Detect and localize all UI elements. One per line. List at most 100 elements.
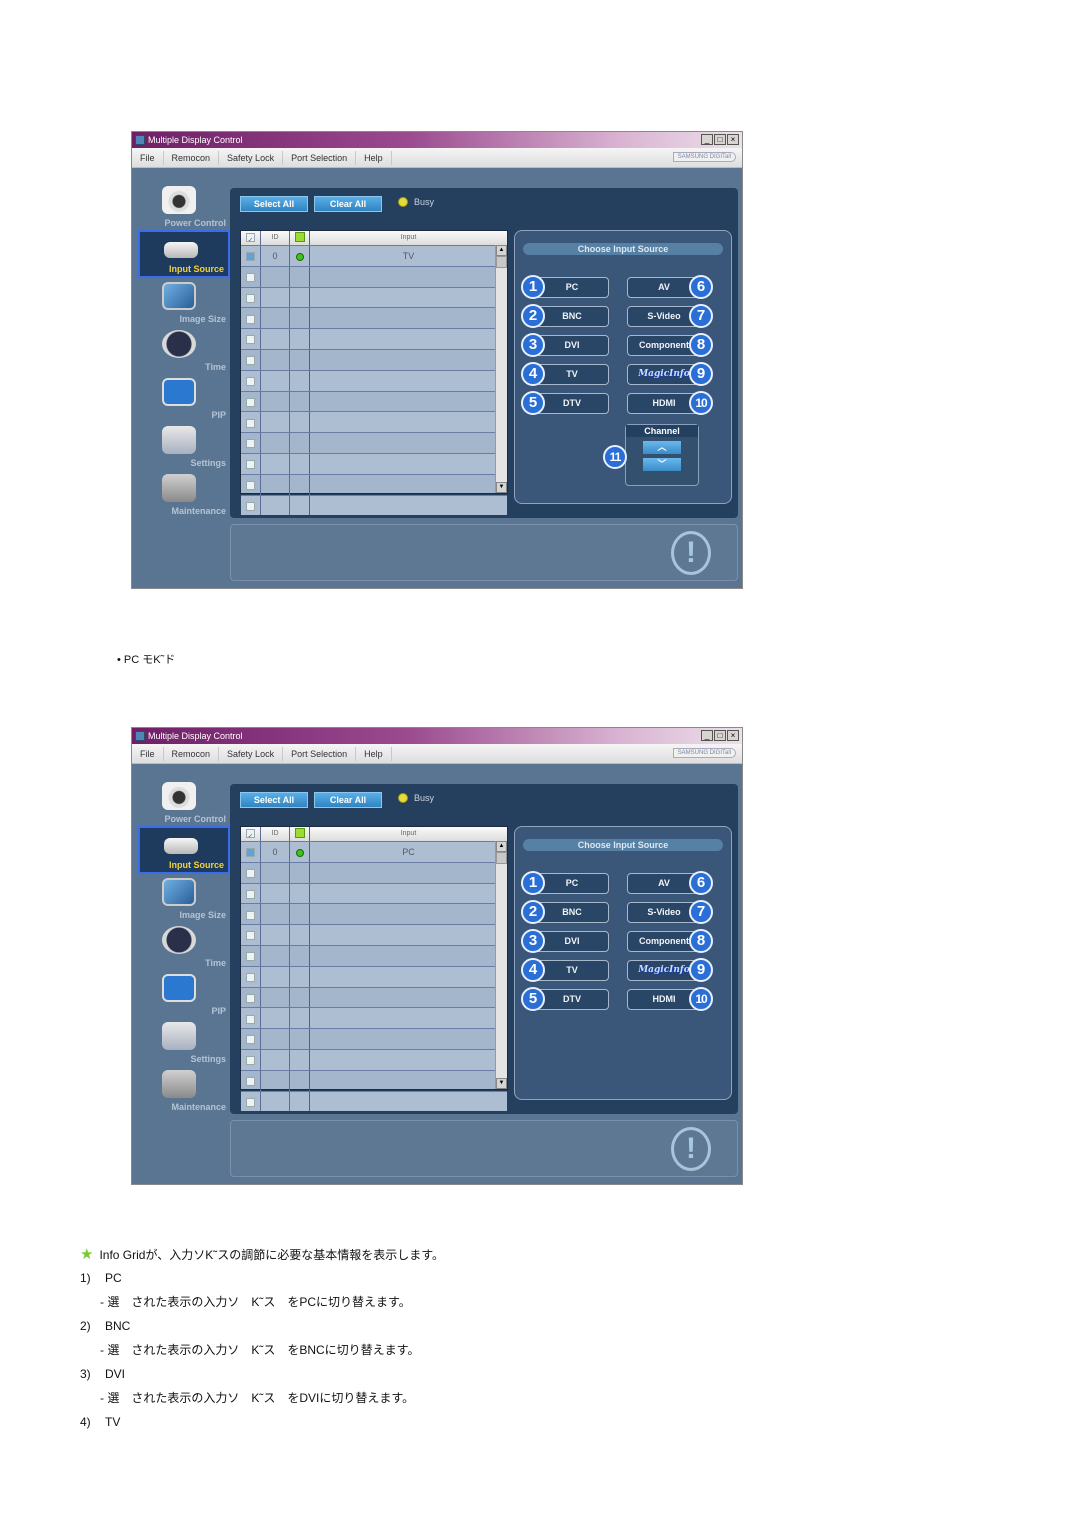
menu-remocon[interactable]: Remocon [164, 746, 220, 761]
row-checkbox[interactable] [246, 972, 255, 982]
sidebar-item-power-control[interactable]: Power Control [138, 182, 230, 230]
table-row[interactable] [241, 1069, 507, 1091]
menu-port-selection[interactable]: Port Selection [283, 746, 357, 761]
row-checkbox[interactable] [246, 356, 255, 366]
row-checkbox[interactable] [246, 397, 255, 407]
clear-all-button[interactable]: Clear All [314, 196, 382, 212]
close-button[interactable]: × [727, 730, 739, 741]
sidebar-item-power-control[interactable]: Power Control [138, 778, 230, 826]
menu-file[interactable]: File [132, 746, 164, 761]
channel-down-button[interactable]: ﹀ [643, 458, 681, 471]
row-checkbox[interactable] [246, 439, 255, 449]
menu-safety-lock[interactable]: Safety Lock [219, 150, 284, 165]
row-checkbox[interactable] [246, 252, 255, 262]
select-all-checkbox[interactable]: ✓ [246, 232, 255, 244]
source-button-tv[interactable]: TV [535, 364, 609, 385]
maximize-button[interactable]: □ [714, 730, 726, 741]
table-row[interactable] [241, 265, 507, 287]
select-all-checkbox[interactable]: ✓ [246, 828, 255, 840]
source-button-dtv[interactable]: DTV [535, 989, 609, 1010]
row-checkbox[interactable] [246, 376, 255, 386]
sidebar-item-maintenance[interactable]: Maintenance [138, 470, 230, 518]
scroll-up-icon[interactable]: ▲ [496, 245, 507, 256]
sidebar-item-image-size[interactable]: Image Size [138, 874, 230, 922]
scroll-thumb[interactable] [496, 256, 507, 268]
table-row[interactable] [241, 369, 507, 391]
row-checkbox[interactable] [246, 272, 255, 282]
maximize-button[interactable]: □ [714, 134, 726, 145]
scroll-up-icon[interactable]: ▲ [496, 841, 507, 852]
scroll-thumb[interactable] [496, 852, 507, 864]
row-checkbox[interactable] [246, 848, 255, 858]
source-button-dvi[interactable]: DVI [535, 335, 609, 356]
source-button-tv[interactable]: TV [535, 960, 609, 981]
table-row[interactable]: 0 TV [241, 245, 507, 266]
close-button[interactable]: × [727, 134, 739, 145]
table-row[interactable] [241, 1090, 507, 1112]
row-checkbox[interactable] [246, 501, 255, 511]
menu-port-selection[interactable]: Port Selection [283, 150, 357, 165]
table-row[interactable] [241, 494, 507, 516]
table-row[interactable] [241, 924, 507, 945]
sidebar-item-time[interactable]: Time [138, 922, 230, 970]
minimize-button[interactable]: _ [701, 730, 713, 741]
table-row[interactable] [241, 286, 507, 308]
table-row[interactable] [241, 882, 507, 904]
row-checkbox[interactable] [246, 910, 255, 920]
grid-scrollbar[interactable]: ▲ ▼ [495, 245, 507, 493]
table-row[interactable] [241, 1048, 507, 1070]
row-checkbox[interactable] [246, 460, 255, 470]
row-checkbox[interactable] [246, 993, 255, 1003]
row-checkbox[interactable] [246, 293, 255, 303]
grid-scrollbar[interactable]: ▲ ▼ [495, 841, 507, 1089]
source-button-bnc[interactable]: BNC [535, 902, 609, 923]
table-row[interactable] [241, 903, 507, 925]
row-checkbox[interactable] [246, 1035, 255, 1045]
row-checkbox[interactable] [246, 952, 255, 962]
sidebar-item-input-source[interactable]: Input Source [138, 230, 230, 278]
clear-all-button[interactable]: Clear All [314, 792, 382, 808]
source-button-pc[interactable]: PC [535, 873, 609, 894]
table-row[interactable]: 0 PC [241, 841, 507, 862]
sidebar-item-pip[interactable]: PIP [138, 374, 230, 422]
table-row[interactable] [241, 390, 507, 412]
sidebar-item-settings[interactable]: Settings [138, 422, 230, 470]
source-button-pc[interactable]: PC [535, 277, 609, 298]
row-checkbox[interactable] [246, 1056, 255, 1066]
row-checkbox[interactable] [246, 480, 255, 490]
sidebar-item-input-source[interactable]: Input Source [138, 826, 230, 874]
sidebar-item-settings[interactable]: Settings [138, 1018, 230, 1066]
row-checkbox[interactable] [246, 889, 255, 899]
select-all-button[interactable]: Select All [240, 792, 308, 808]
table-row[interactable] [241, 307, 507, 329]
row-checkbox[interactable] [246, 868, 255, 878]
scroll-down-icon[interactable]: ▼ [496, 1078, 507, 1089]
sidebar-item-pip[interactable]: PIP [138, 970, 230, 1018]
minimize-button[interactable]: _ [701, 134, 713, 145]
row-checkbox[interactable] [246, 1076, 255, 1086]
source-button-bnc[interactable]: BNC [535, 306, 609, 327]
menu-file[interactable]: File [132, 150, 164, 165]
table-row[interactable] [241, 473, 507, 495]
table-row[interactable] [241, 452, 507, 474]
channel-up-button[interactable]: ︿ [643, 441, 681, 454]
row-checkbox[interactable] [246, 314, 255, 324]
table-row[interactable] [241, 432, 507, 453]
row-checkbox[interactable] [246, 931, 255, 941]
sidebar-item-image-size[interactable]: Image Size [138, 278, 230, 326]
source-button-dtv[interactable]: DTV [535, 393, 609, 414]
table-row[interactable] [241, 861, 507, 883]
menu-safety-lock[interactable]: Safety Lock [219, 746, 284, 761]
table-row[interactable] [241, 411, 507, 433]
table-row[interactable] [241, 986, 507, 1008]
select-all-button[interactable]: Select All [240, 196, 308, 212]
menu-help[interactable]: Help [356, 746, 392, 761]
sidebar-item-maintenance[interactable]: Maintenance [138, 1066, 230, 1114]
menu-help[interactable]: Help [356, 150, 392, 165]
table-row[interactable] [241, 944, 507, 966]
row-checkbox[interactable] [246, 418, 255, 428]
row-checkbox[interactable] [246, 1097, 255, 1107]
source-button-dvi[interactable]: DVI [535, 931, 609, 952]
scroll-down-icon[interactable]: ▼ [496, 482, 507, 493]
table-row[interactable] [241, 1028, 507, 1049]
